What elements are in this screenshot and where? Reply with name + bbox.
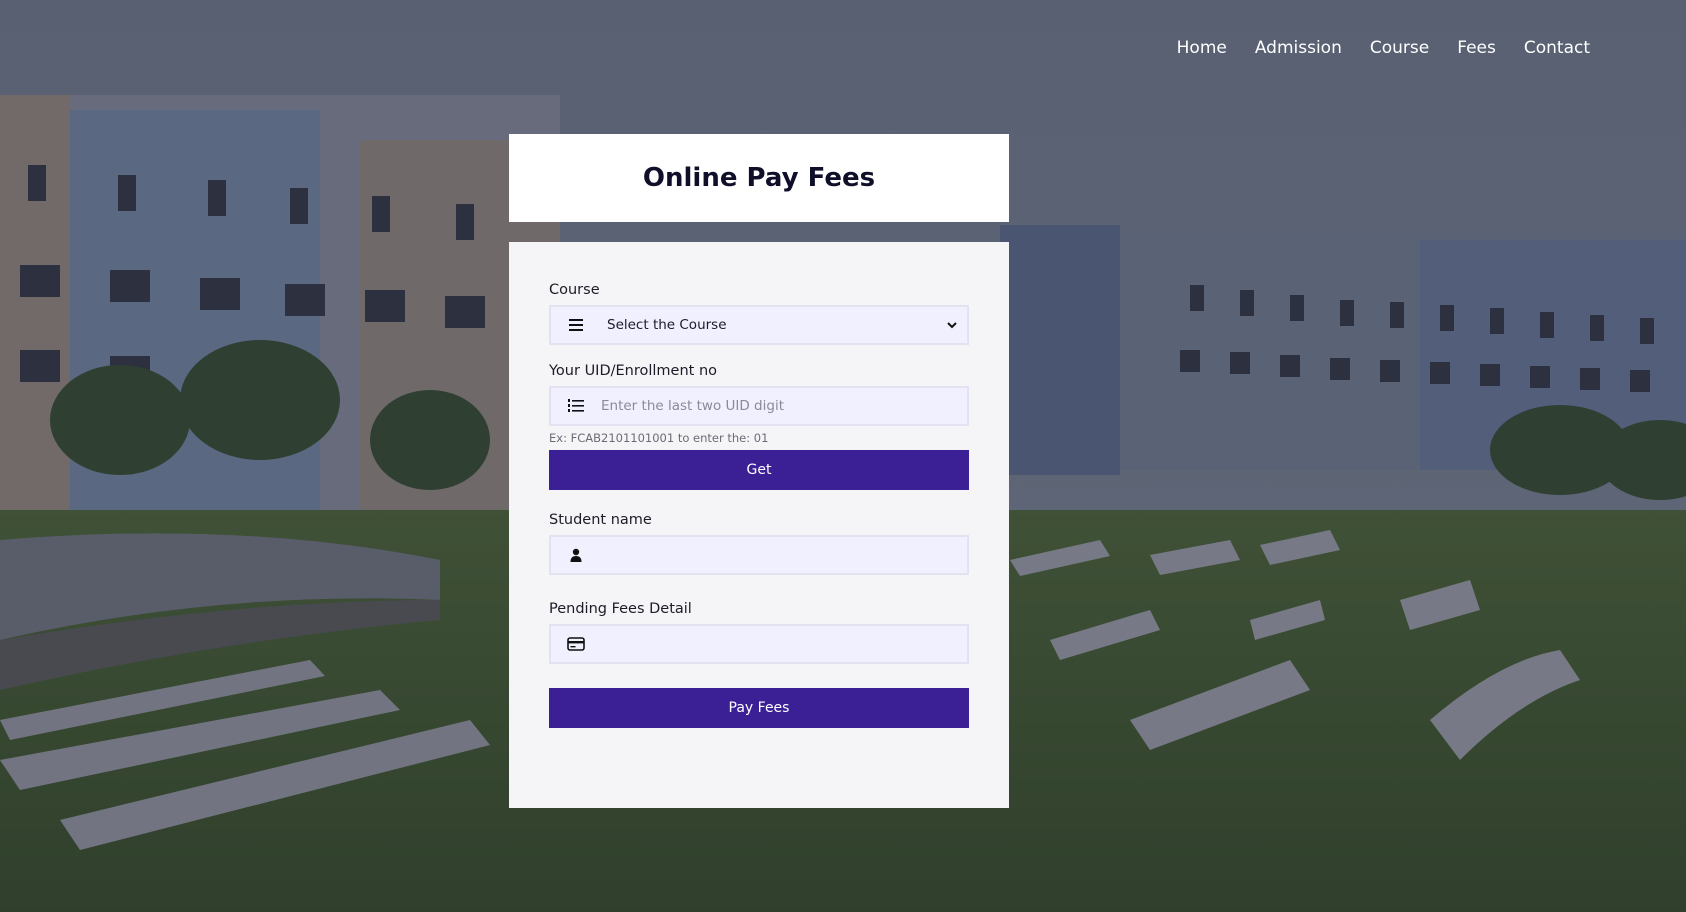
uid-input[interactable] (601, 388, 967, 424)
page-title: Online Pay Fees (642, 163, 876, 193)
nav-course-link[interactable]: Course (1370, 38, 1429, 58)
nav-home-link[interactable]: Home (1177, 38, 1227, 58)
uid-group: Your UID/Enrollment no Ex: FCAB210110100… (549, 363, 969, 490)
student-name-wrap (549, 535, 969, 575)
student-name-group: Student name (549, 512, 969, 575)
course-select-wrap: Select the Course (549, 305, 969, 345)
uid-label: Your UID/Enrollment no (549, 363, 718, 379)
pending-fees-wrap (549, 624, 969, 664)
pay-fees-form: Course Select the Course Your UID/Enroll… (509, 242, 1009, 808)
list-ol-icon (551, 388, 601, 424)
top-nav: Home Admission Course Fees Contact (1149, 38, 1590, 58)
nav-admission-link[interactable]: Admission (1255, 38, 1342, 58)
title-card: Online Pay Fees (509, 134, 1009, 222)
nav-fees-link[interactable]: Fees (1457, 38, 1496, 58)
student-name-input[interactable] (601, 537, 967, 573)
credit-card-icon (551, 626, 601, 662)
pending-fees-input[interactable] (601, 626, 967, 662)
pending-fees-group: Pending Fees Detail (549, 601, 969, 664)
uid-hint: Ex: FCAB2101101001 to enter the: 01 (549, 431, 769, 445)
course-label: Course (549, 282, 600, 298)
user-icon (551, 537, 601, 573)
student-name-label: Student name (549, 512, 652, 528)
get-button[interactable]: Get (549, 450, 969, 490)
course-group: Course Select the Course (549, 282, 969, 345)
pending-fees-label: Pending Fees Detail (549, 601, 692, 617)
uid-input-wrap (549, 386, 969, 426)
pay-fees-button[interactable]: Pay Fees (549, 688, 969, 728)
course-select[interactable]: Select the Course (601, 307, 967, 343)
nav-contact-link[interactable]: Contact (1524, 38, 1590, 58)
page: Home Admission Course Fees Contact Onlin… (0, 0, 1686, 912)
bars-icon (551, 307, 601, 343)
